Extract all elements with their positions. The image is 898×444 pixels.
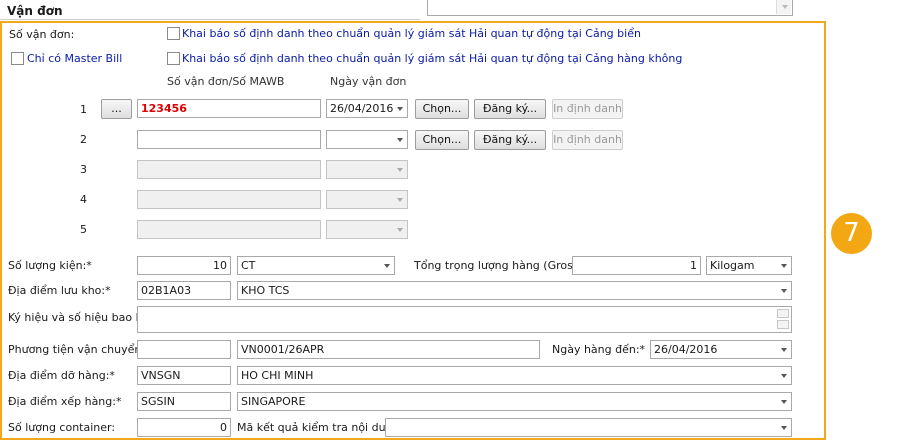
row-4-so-van-don-input[interactable] — [137, 190, 321, 209]
chevron-down-icon — [781, 264, 787, 268]
row-number-3: 3 — [80, 163, 87, 176]
row-number-1: 1 — [80, 103, 87, 116]
row-5-ngay-van-don-select[interactable] — [326, 220, 408, 239]
row-number-4: 4 — [80, 193, 87, 206]
phuong-tien-ma-input[interactable] — [137, 340, 231, 359]
chevron-down-icon — [397, 107, 403, 111]
ma-ket-qua-select[interactable] — [385, 418, 792, 437]
master-bill-checkbox[interactable] — [11, 52, 24, 65]
row-1-browse-button[interactable]: ... — [101, 99, 132, 119]
section-divider — [0, 19, 420, 20]
cang-hang-khong-checkbox[interactable] — [167, 52, 180, 65]
ten-luu-kho-value: KHO TCS — [241, 284, 290, 297]
cang-hang-khong-label: Khai báo số định danh theo chuẩn quản lý… — [182, 52, 683, 65]
ma-xep-hang-input[interactable]: SGSIN — [137, 392, 231, 411]
chevron-down-icon — [781, 348, 787, 352]
row-1-ngay-van-don-select[interactable]: 26/04/2016 — [326, 99, 408, 118]
so-luong-container-input[interactable]: 0 — [137, 418, 231, 437]
row-1-ngay-value: 26/04/2016 — [330, 102, 394, 115]
chevron-down-icon — [397, 138, 403, 142]
row-1-in-dinh-danh-button[interactable]: In định danh — [552, 99, 623, 119]
col-header-ngay-van-don: Ngày vận đơn — [330, 75, 407, 88]
chevron-down-icon — [397, 198, 403, 202]
top-dropdown[interactable] — [427, 0, 793, 16]
row-number-5: 5 — [80, 223, 87, 236]
ten-do-hang-value: HO CHI MINH — [241, 369, 314, 382]
step-badge: 7 — [831, 213, 872, 254]
ten-xep-hang-value: SINGAPORE — [241, 395, 306, 408]
row-2-so-van-don-input[interactable] — [137, 130, 321, 149]
don-vi-kien-select[interactable]: CT — [237, 256, 395, 275]
dia-diem-xep-hang-label: Địa điểm xếp hàng:* — [8, 395, 122, 408]
row-2-chon-button[interactable]: Chọn... — [415, 130, 469, 150]
chevron-down-icon — [781, 374, 787, 378]
don-vi-kien-value: CT — [241, 259, 256, 272]
master-bill-label: Chỉ có Master Bill — [27, 52, 123, 65]
ngay-hang-den-select[interactable]: 26/04/2016 — [650, 340, 792, 359]
top-dropdown-arrow-icon[interactable] — [776, 0, 791, 14]
ten-do-hang-select[interactable]: HO CHI MINH — [237, 366, 792, 385]
cang-bien-checkbox[interactable] — [167, 27, 180, 40]
chevron-down-icon — [397, 168, 403, 172]
so-luong-container-label: Số lượng container: — [8, 421, 116, 434]
section-title: Vận đơn — [7, 4, 63, 18]
ten-xep-hang-select[interactable]: SINGAPORE — [237, 392, 792, 411]
row-1-so-van-don-input[interactable]: 123456 — [137, 99, 321, 118]
ngay-hang-den-value: 26/04/2016 — [654, 343, 718, 356]
row-1-chon-button[interactable]: Chọn... — [415, 99, 469, 119]
ma-luu-kho-input[interactable]: 02B1A03 — [137, 281, 231, 300]
cang-bien-label: Khai báo số định danh theo chuẩn quản lý… — [182, 27, 641, 40]
row-4-ngay-van-don-select[interactable] — [326, 190, 408, 209]
ma-do-hang-input[interactable]: VNSGN — [137, 366, 231, 385]
dia-diem-do-hang-label: Địa điểm dỡ hàng:* — [8, 369, 115, 382]
chevron-down-icon — [781, 426, 787, 430]
row-3-ngay-van-don-select[interactable] — [326, 160, 408, 179]
row-5-so-van-don-input[interactable] — [137, 220, 321, 239]
so-van-don-label: Số vận đơn: — [9, 28, 75, 41]
don-vi-trong-luong-select[interactable]: Kilogam — [706, 256, 792, 275]
scroll-up-icon[interactable] — [777, 309, 789, 318]
row-3-so-van-don-input[interactable] — [137, 160, 321, 179]
don-vi-trong-luong-value: Kilogam — [710, 259, 755, 272]
tong-trong-luong-label: Tổng trọng lượng hàng (Gross): — [414, 259, 587, 272]
phuong-tien-ten-input[interactable]: VN0001/26APR — [237, 340, 540, 359]
ten-luu-kho-select[interactable]: KHO TCS — [237, 281, 792, 300]
col-header-so-van-don: Số vận đơn/Số MAWB — [167, 75, 285, 88]
tong-trong-luong-input[interactable]: 1 — [572, 256, 701, 275]
chevron-down-icon — [384, 264, 390, 268]
phuong-tien-label: Phương tiện vận chuyển: — [8, 343, 146, 356]
so-luong-kien-input[interactable]: 10 — [137, 256, 231, 275]
dia-diem-luu-kho-label: Địa điểm lưu kho:* — [8, 284, 111, 297]
ngay-hang-den-label: Ngày hàng đến:* — [552, 343, 646, 356]
row-2-ngay-van-don-select[interactable] — [326, 130, 408, 149]
ky-hieu-label: Ký hiệu và số hiệu bao bì: — [8, 311, 150, 324]
so-luong-kien-label: Số lượng kiện:* — [8, 259, 92, 272]
chevron-down-icon — [781, 289, 787, 293]
chevron-down-icon — [781, 400, 787, 404]
row-2-in-dinh-danh-button[interactable]: In định danh — [552, 130, 623, 150]
row-2-dang-ky-button[interactable]: Đăng ký... — [474, 130, 546, 150]
scroll-down-icon[interactable] — [777, 320, 789, 329]
ma-ket-qua-label: Mã kết quả kiểm tra nội dung: — [237, 421, 404, 434]
ky-hieu-textarea[interactable] — [137, 306, 792, 333]
chevron-down-icon — [397, 228, 403, 232]
row-1-dang-ky-button[interactable]: Đăng ký... — [474, 99, 546, 119]
row-number-2: 2 — [80, 133, 87, 146]
